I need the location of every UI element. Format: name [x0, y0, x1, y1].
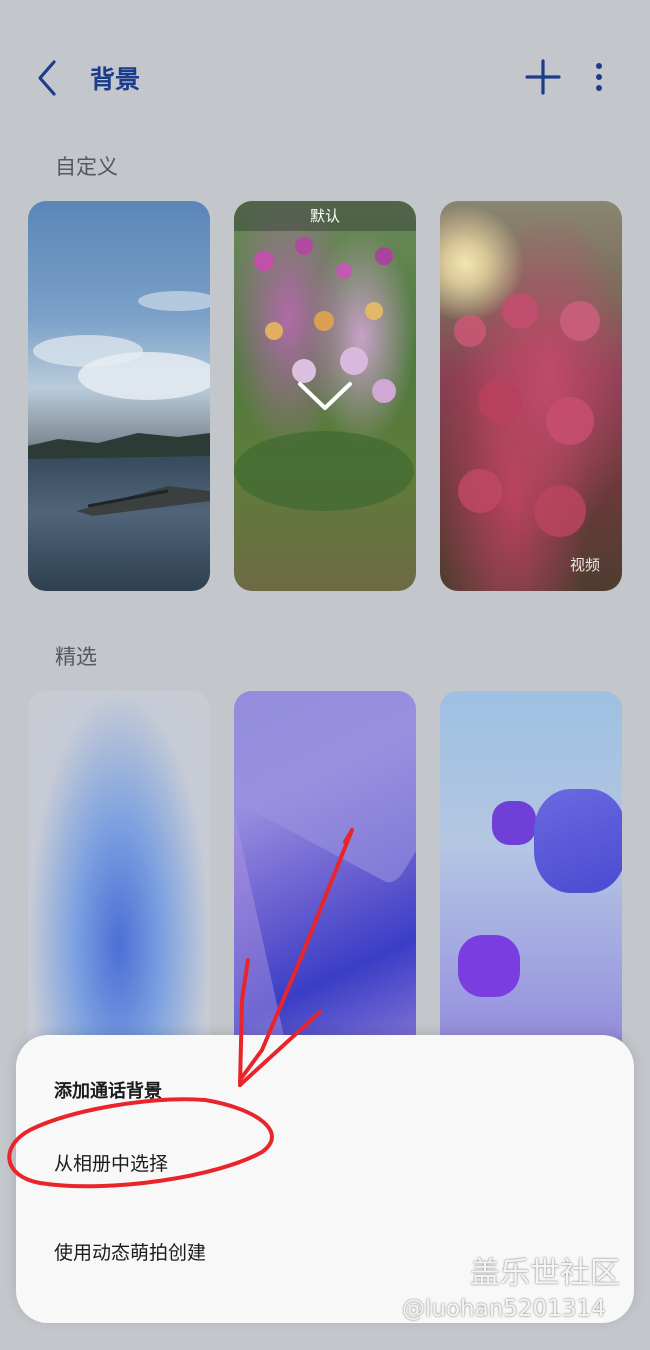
- lake-scene-image: [28, 291, 210, 516]
- blob-shape: [534, 789, 622, 893]
- section-label-custom: 自定义: [55, 155, 118, 179]
- create-with-ar-emoji-option[interactable]: 使用动态萌拍创建: [54, 1238, 206, 1265]
- app-header: 背景: [0, 0, 650, 150]
- wallpaper-lake[interactable]: [28, 201, 210, 591]
- section-label-featured: 精选: [55, 645, 97, 669]
- add-button[interactable]: [522, 56, 564, 98]
- purple-shapes-image: [234, 691, 416, 1081]
- wallpaper-flower-default[interactable]: 默认: [234, 201, 416, 591]
- more-vertical-icon: [596, 63, 602, 91]
- chevron-left-icon: [38, 60, 56, 96]
- back-button[interactable]: [30, 56, 70, 100]
- checkmark-icon: [298, 382, 352, 410]
- plus-icon: [525, 59, 561, 95]
- wallpaper-purple-blobs[interactable]: [440, 691, 622, 1081]
- video-tag: 视频: [569, 556, 600, 574]
- blob-shape: [458, 935, 520, 997]
- peach-blossom-scene-image: [454, 293, 600, 537]
- wallpaper-peach-blossom[interactable]: 视频: [440, 201, 622, 591]
- default-badge: 默认: [234, 201, 416, 231]
- sheet-title: 添加通话背景: [54, 1081, 162, 1102]
- page-title: 背景: [90, 65, 141, 94]
- choose-from-gallery-option[interactable]: 从相册中选择: [54, 1149, 168, 1176]
- watermark-brand: 盖乐世社区: [470, 1256, 620, 1291]
- watermark-user: @luohan5201314: [402, 1296, 606, 1322]
- more-options-button[interactable]: [586, 58, 612, 98]
- wallpaper-purple-gradient[interactable]: [234, 691, 416, 1081]
- blob-shape: [492, 801, 536, 845]
- wallpaper-blue-gradient[interactable]: [28, 691, 210, 1081]
